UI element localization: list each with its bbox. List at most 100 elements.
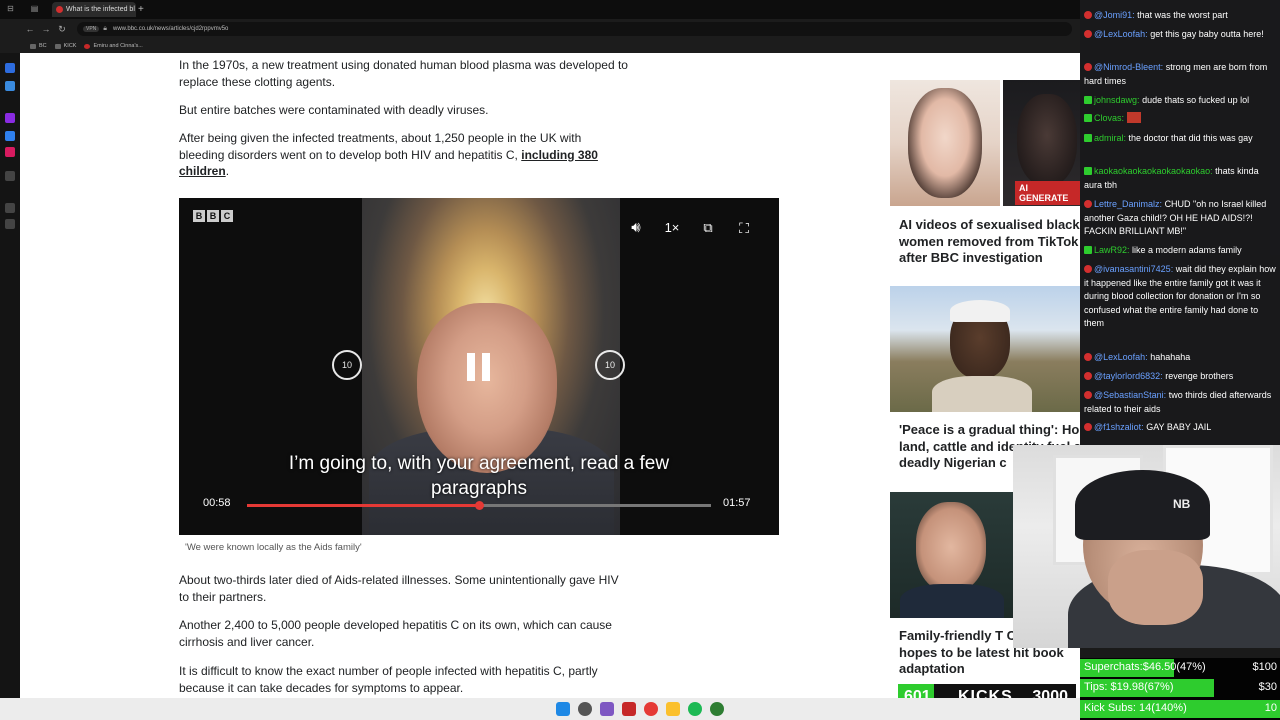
- progress-fill: [247, 504, 479, 507]
- webcam-feed: NB: [1013, 445, 1280, 648]
- kick-icon: [1084, 246, 1092, 254]
- goal-label: Kick Subs: 14(140%): [1084, 702, 1187, 714]
- chat-message: @LexLoofah: hahahaha: [1084, 351, 1276, 365]
- related-thumbnail[interactable]: [890, 80, 1000, 206]
- bookmark-kick[interactable]: KICK: [54, 43, 76, 49]
- youtube-icon: [1084, 30, 1092, 38]
- video-caption: 'We were known locally as the Aids famil…: [185, 542, 362, 553]
- start-icon[interactable]: [556, 702, 570, 716]
- cap-logo-icon: NB: [1173, 497, 1191, 511]
- progress-bar[interactable]: [247, 501, 711, 510]
- tab-active[interactable]: What is the infected bl: [52, 2, 136, 17]
- sidebar-app-icon[interactable]: [5, 203, 15, 213]
- bookmark-emiru[interactable]: Emiru and Cinna's...: [84, 43, 143, 49]
- youtube-icon: [1084, 391, 1092, 399]
- app-icon[interactable]: [622, 702, 636, 716]
- related-thumbnail[interactable]: [890, 492, 1014, 618]
- new-tab-button[interactable]: +: [138, 2, 148, 17]
- volume-icon[interactable]: 🔊︎: [626, 219, 646, 237]
- sidebar-app-icon[interactable]: [5, 63, 15, 73]
- chat-username[interactable]: @Nimrod-Bleent:: [1094, 62, 1163, 72]
- back-icon[interactable]: ←: [24, 23, 36, 35]
- video-player[interactable]: BBC 🔊︎ 1× ⧉ ⛶ 10 10 I’m going to, with y…: [179, 198, 779, 535]
- sidebar-app-icon[interactable]: [5, 171, 15, 181]
- chat-message: @Nimrod-Bleent: strong men are born from…: [1084, 62, 1268, 86]
- chat-message: johnsdawg: dude thats so fucked up lol: [1084, 94, 1276, 108]
- chat-username[interactable]: @LexLoofah:: [1094, 352, 1148, 362]
- related-title[interactable]: AI videos of sexualised black women remo…: [899, 217, 1080, 267]
- kick-icon: [1084, 167, 1092, 175]
- article-paragraph: But entire batches were contaminated wit…: [179, 103, 489, 117]
- chat-username[interactable]: johnsdawg:: [1094, 95, 1140, 105]
- vpn-badge[interactable]: VPN: [83, 26, 100, 32]
- chat-username[interactable]: admiral:: [1094, 133, 1126, 143]
- goal-label: Tips: $19.98(67%): [1084, 681, 1174, 693]
- chat-username[interactable]: @SebastianStani:: [1094, 390, 1166, 400]
- related-thumbnail[interactable]: [890, 286, 1080, 412]
- search-icon[interactable]: [578, 702, 592, 716]
- sidebar-app-icon[interactable]: [5, 219, 15, 229]
- tab-title: What is the infected bl: [66, 6, 135, 13]
- pause-button[interactable]: [467, 353, 491, 381]
- chat-message: Lettre_Danimalz: CHUD "oh no Israel kill…: [1084, 199, 1267, 236]
- xbox-icon[interactable]: [710, 702, 724, 716]
- bookmarks-bar: BC KICK Emiru and Cinna's...: [0, 39, 1080, 53]
- youtube-icon: [1084, 423, 1092, 431]
- donation-goals: Superchats:$46.50(47%) $100 Tips: $19.98…: [1080, 658, 1280, 720]
- chat-username[interactable]: @LexLoofah:: [1094, 29, 1148, 39]
- sidebar-app-icon[interactable]: [5, 147, 15, 157]
- folder-icon: [30, 43, 36, 49]
- progress-scrubber[interactable]: [475, 501, 484, 510]
- forward-icon[interactable]: →: [40, 23, 52, 35]
- skip-forward-button[interactable]: 10: [595, 350, 625, 380]
- chat-username[interactable]: LawR92:: [1094, 245, 1130, 255]
- article-page: In the 1970s, a new treatment using dona…: [20, 53, 1080, 698]
- chat-message: @f1shzaliot: GAY BABY JAIL: [1084, 421, 1276, 435]
- folder-icon: [54, 43, 61, 49]
- bbc-favicon-icon: [56, 6, 63, 13]
- sidebar-app-icon[interactable]: [5, 131, 15, 141]
- sidebar-app-icon[interactable]: [5, 81, 15, 91]
- chat-message: @SebastianStani: two thirds died afterwa…: [1084, 390, 1272, 414]
- url-text: www.bbc.co.uk/news/articles/cjd2rppvmv5o: [113, 26, 229, 32]
- browser-sidebar: [0, 53, 20, 698]
- tab-bar: ⊟ ▤ What is the infected bl +: [0, 0, 1080, 19]
- chat-username[interactable]: @Jomi91:: [1094, 10, 1135, 20]
- emote-icon: [1126, 112, 1141, 123]
- chat-message: admiral: the doctor that did this was ga…: [1084, 132, 1276, 146]
- chat-username[interactable]: @ivanasantini7425:: [1094, 264, 1173, 274]
- url-input[interactable]: VPN 🔒︎ www.bbc.co.uk/news/articles/cjd2r…: [77, 22, 1072, 36]
- fullscreen-icon[interactable]: ⛶: [734, 219, 754, 237]
- chat-username[interactable]: Lettre_Danimalz:: [1094, 199, 1162, 209]
- goal-target: $100: [1252, 661, 1277, 673]
- discord-icon[interactable]: [600, 702, 614, 716]
- site-icon: [84, 43, 91, 49]
- article-paragraph: About two-thirds later died of Aids-rela…: [179, 573, 619, 604]
- browser-icon[interactable]: [644, 702, 658, 716]
- youtube-icon: [1084, 353, 1092, 361]
- tab-list-icon[interactable]: ▤: [30, 4, 39, 13]
- chat-username[interactable]: kaokaokaokaokaokaokaokao:: [1094, 166, 1213, 176]
- folder-icon[interactable]: [666, 702, 680, 716]
- bookmark-bc[interactable]: BC: [30, 43, 47, 49]
- skip-back-button[interactable]: 10: [332, 350, 362, 380]
- article-paragraph: It is difficult to know the exact number…: [179, 664, 598, 695]
- chat-username[interactable]: @f1shzaliot:: [1094, 422, 1144, 432]
- chat-message: LawR92: like a modern adams family: [1084, 244, 1276, 258]
- article-paragraph: After being given the infected treatment…: [179, 131, 598, 178]
- sidebar-app-icon[interactable]: [5, 113, 15, 123]
- picture-in-picture-icon[interactable]: ⧉: [698, 219, 718, 237]
- chat-username[interactable]: Clovas:: [1094, 113, 1124, 123]
- webcam-image: [1108, 550, 1203, 625]
- playback-speed-button[interactable]: 1×: [662, 219, 682, 237]
- window-menu-icon[interactable]: ⊟: [6, 4, 15, 13]
- chat-username[interactable]: @taylorlord6832:: [1094, 371, 1163, 381]
- reload-icon[interactable]: ↻: [56, 23, 68, 35]
- lock-icon[interactable]: 🔒︎: [103, 25, 107, 33]
- chat-message: @ivanasantini7425: wait did they explain…: [1084, 264, 1276, 328]
- article-paragraph: In the 1970s, a new treatment using dona…: [179, 58, 628, 89]
- spotify-icon[interactable]: [688, 702, 702, 716]
- kick-icon: [1084, 96, 1092, 104]
- current-time: 00:58: [203, 497, 231, 509]
- video-image: [417, 303, 557, 473]
